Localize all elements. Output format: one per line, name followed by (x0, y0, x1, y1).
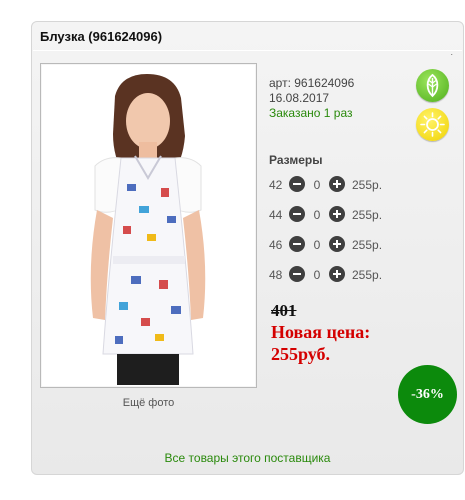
product-meta: арт: 961624096 16.08.2017 Заказано 1 раз (269, 76, 354, 121)
discount-value: -36% (411, 386, 444, 402)
discount-badge: -36% (398, 365, 457, 424)
decrease-quantity-button[interactable] (289, 206, 305, 222)
more-photos-link[interactable]: Ещё фото (40, 397, 257, 409)
quantity-value: 0 (313, 268, 321, 282)
product-photo-frame[interactable] (40, 63, 257, 388)
product-card: Блузка (961624096) . Ещё фото арт: 96162… (31, 21, 464, 475)
product-title: Блузка (961624096) (40, 29, 163, 44)
product-date: 16.08.2017 (269, 91, 330, 105)
quantity-value: 0 (313, 208, 321, 222)
new-price: 255руб. (271, 344, 331, 364)
quantity-value: 0 (313, 178, 321, 192)
decrease-quantity-button[interactable] (289, 176, 305, 192)
product-photo[interactable] (43, 66, 254, 385)
size-label: 48 (269, 268, 283, 282)
sizes-heading: Размеры (269, 153, 323, 167)
size-price: 255р. (352, 238, 383, 252)
increase-quantity-button[interactable] (329, 206, 345, 222)
size-label: 42 (269, 178, 283, 192)
title-divider (33, 50, 462, 51)
supplier-products-link[interactable]: Все товары этого поставщика (32, 451, 463, 465)
size-label: 44 (269, 208, 283, 222)
leaf-icon (416, 69, 449, 102)
size-price: 255р. (352, 268, 383, 282)
article-number: арт: 961624096 (269, 76, 355, 90)
decrease-quantity-button[interactable] (289, 266, 305, 282)
increase-quantity-button[interactable] (329, 266, 345, 282)
quantity-value: 0 (313, 238, 321, 252)
size-price: 255р. (352, 208, 383, 222)
size-price: 255р. (352, 178, 383, 192)
corner-marker: . (450, 47, 453, 57)
decrease-quantity-button[interactable] (289, 236, 305, 252)
size-label: 46 (269, 238, 283, 252)
ordered-count: Заказано 1 раз (269, 106, 353, 120)
sun-icon (416, 108, 449, 141)
increase-quantity-button[interactable] (329, 236, 345, 252)
increase-quantity-button[interactable] (329, 176, 345, 192)
old-price: 401 (271, 301, 297, 320)
new-price-label: Новая цена: (271, 322, 371, 342)
